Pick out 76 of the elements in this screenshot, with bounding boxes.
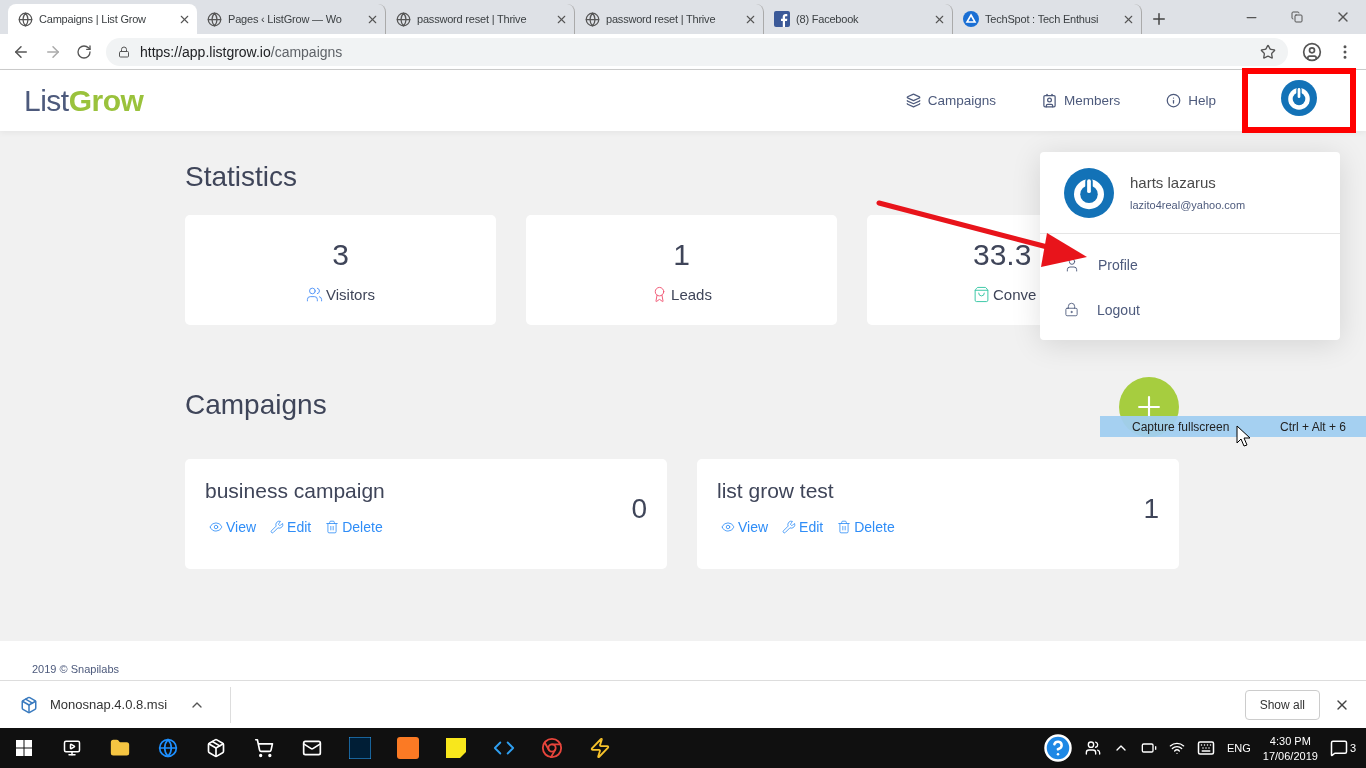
new-tab-icon[interactable] [1150,10,1168,28]
battery-icon[interactable] [1140,740,1157,756]
people-icon[interactable] [1084,740,1101,756]
store-icon[interactable] [254,738,274,758]
clock[interactable]: 4:30 PM 17/06/2019 [1262,734,1318,762]
globe-icon [585,11,600,27]
lock-icon [1064,302,1079,317]
wrench-icon [270,520,285,534]
user-name: harts lazarus [1130,174,1217,191]
help-icon[interactable] [1042,733,1073,763]
lock-icon [118,45,130,58]
notification-count: 3 [1349,742,1356,754]
wrench-icon [782,520,797,534]
nav-link[interactable]: Help [1166,93,1216,108]
tooltip-label: Capture fullscreen [1132,419,1230,434]
facebook-icon [774,11,790,27]
users-icon [306,285,324,303]
menu-item[interactable]: Logout [1040,287,1340,332]
box-icon[interactable] [206,738,226,758]
installer-icon [20,695,38,714]
info-icon [1166,93,1182,108]
chrome-icon[interactable] [541,737,563,759]
footer-text: 2019 © Snapilabs [32,663,119,675]
keyboard-icon[interactable] [1196,739,1215,757]
id-card-icon [1041,93,1057,108]
star-icon[interactable] [1260,43,1276,60]
bag-icon [973,285,990,303]
task-view-icon[interactable] [63,739,81,757]
campaign-name: business campaign [205,479,386,503]
browser-icon[interactable] [158,738,178,758]
section-title: Statistics [185,161,298,193]
menu-item[interactable]: Profile [1040,242,1340,287]
cursor-icon [1236,425,1251,447]
restore-icon[interactable] [1291,11,1303,23]
folder-icon[interactable] [110,738,130,758]
user-email: lazito4real@yahoo.com [1130,199,1246,211]
section-title: Campaigns [185,389,327,421]
logo[interactable]: ListGrow [24,83,144,118]
power-avatar-icon [1281,80,1317,116]
mail-icon[interactable] [302,738,322,758]
campaign-count: 1 [1143,493,1159,526]
shortcut-label: Ctrl + Alt + 6 [1279,419,1346,434]
lightning-icon[interactable] [589,737,611,759]
globe-icon [207,11,222,27]
campaign-name: list grow test [717,479,835,503]
browser-tab[interactable]: Campaigns | List Grow [8,4,197,34]
eye-icon [209,520,223,534]
trash-icon [325,520,340,534]
stat-label: Leads [651,285,712,303]
eye-icon [721,520,735,534]
power-avatar-icon [1064,167,1114,218]
app-tile-icon[interactable] [349,737,371,759]
download-file[interactable]: Monosnap.4.0.8.msi [50,697,168,712]
windows-logo-icon[interactable] [16,740,32,756]
stack-icon [905,93,921,108]
globe-icon [396,11,411,27]
address-field[interactable]: https://app.listgrow.io/campaigns [106,37,1288,66]
language-indicator[interactable]: ENG [1226,742,1251,754]
stat-value: 33.3 [973,237,1032,272]
wifi-icon[interactable] [1168,740,1185,756]
stat-value: 1 [673,237,690,272]
nav-link[interactable]: Members [1041,93,1121,108]
app-tile-icon[interactable] [397,737,419,759]
campaign-count: 0 [631,493,647,526]
reload-icon[interactable] [76,43,92,60]
stat-label: Conve [973,285,1037,303]
triangle-logo-icon [963,11,979,27]
globe-icon [18,11,33,27]
show-all-button[interactable]: Show all [1244,689,1320,720]
stat-value: 3 [332,237,349,272]
sticky-note-icon[interactable] [446,738,466,758]
trash-icon [837,520,852,534]
stat-label: Visitors [306,285,375,303]
nav-link[interactable]: Campaigns [905,93,996,108]
notification-icon[interactable] [1329,739,1348,757]
account-icon[interactable] [1302,41,1322,62]
